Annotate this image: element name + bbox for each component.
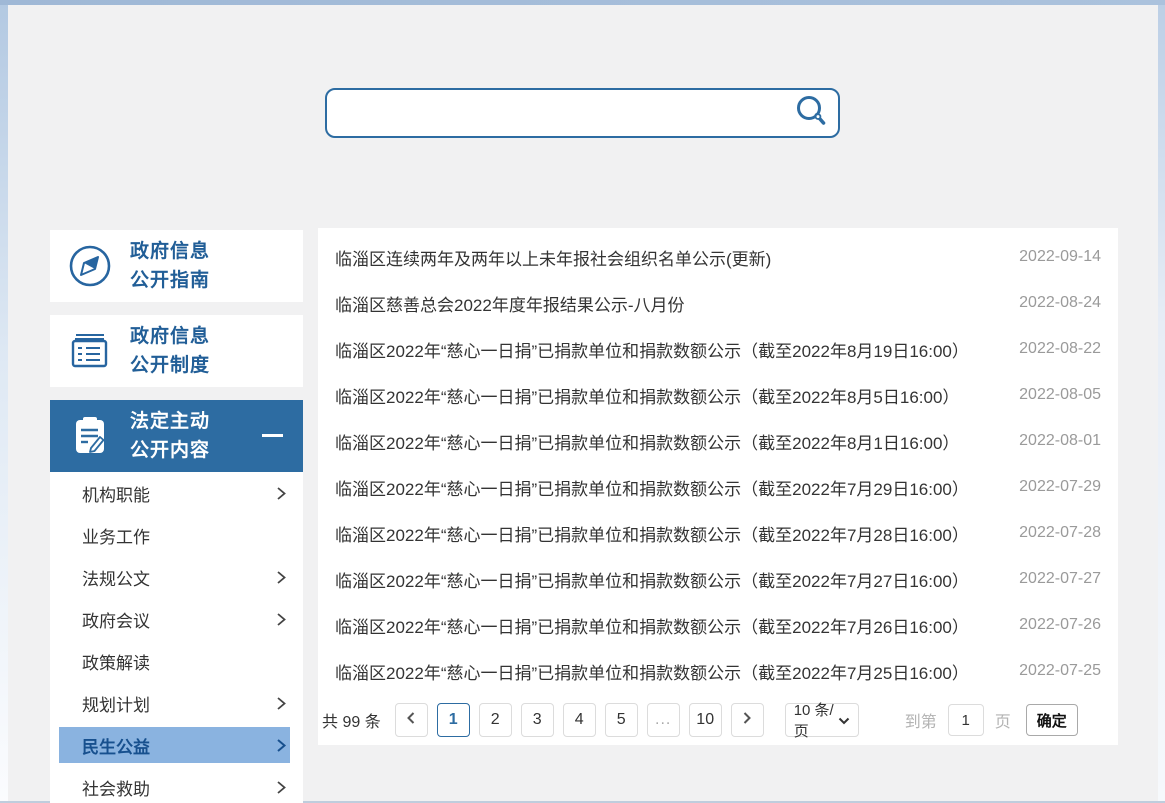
page-button-5[interactable]: 5	[605, 703, 638, 737]
list-item[interactable]: 临淄区2022年“慈心一日捐”已捐款单位和捐款数额公示（截至2022年7月25日…	[318, 648, 1118, 694]
announcement-title[interactable]: 临淄区2022年“慈心一日捐”已捐款单位和捐款数额公示（截至2022年7月27日…	[335, 567, 1005, 592]
announcement-title[interactable]: 临淄区2022年“慈心一日捐”已捐款单位和捐款数额公示（截至2022年7月25日…	[335, 659, 1005, 684]
announcement-date: 2022-07-27	[1019, 570, 1101, 588]
page-size-select[interactable]: 10 条/页	[785, 703, 859, 737]
announcement-title[interactable]: 临淄区2022年“慈心一日捐”已捐款单位和捐款数额公示（截至2022年8月1日1…	[335, 429, 1005, 454]
announcement-title[interactable]: 临淄区2022年“慈心一日捐”已捐款单位和捐款数额公示（截至2022年7月28日…	[335, 521, 1005, 546]
list-item[interactable]: 临淄区慈善总会2022年度年报结果公示-八月份 2022-08-24	[318, 280, 1118, 326]
goto-page-input[interactable]	[948, 704, 984, 736]
next-page-button[interactable]	[731, 703, 764, 737]
compass-icon	[67, 243, 113, 289]
page-button-4[interactable]: 4	[563, 703, 596, 737]
sidebar-item-gov-info-guide[interactable]: 政府信息 公开指南	[50, 230, 303, 302]
search-input[interactable]	[327, 90, 794, 136]
sidebar-submenu: 机构职能 业务工作 法规公文 政府会议 政策解读 规划计划	[50, 472, 303, 803]
chevron-left-icon	[405, 711, 417, 730]
submenu-item-organization[interactable]: 机构职能	[50, 472, 303, 514]
search-icon	[794, 94, 830, 133]
submenu-item-business-work[interactable]: 业务工作	[50, 514, 303, 556]
window-frame-right	[1158, 5, 1165, 803]
list-item[interactable]: 临淄区连续两年及两年以上未年报社会组织名单公示(更新) 2022-09-14	[318, 234, 1118, 280]
goto-label: 到第	[905, 708, 937, 732]
search-box	[325, 88, 840, 138]
chevron-right-icon	[276, 696, 287, 711]
sidebar-item-statutory-disclosure[interactable]: 法定主动 公开内容	[50, 400, 303, 472]
chevron-right-icon	[741, 711, 753, 730]
chevron-right-icon	[276, 486, 287, 501]
submenu-item-social-assistance[interactable]: 社会救助	[50, 766, 303, 803]
list-item[interactable]: 临淄区2022年“慈心一日捐”已捐款单位和捐款数额公示（截至2022年7月27日…	[318, 556, 1118, 602]
list-item[interactable]: 临淄区2022年“慈心一日捐”已捐款单位和捐款数额公示（截至2022年8月19日…	[318, 326, 1118, 372]
announcement-date: 2022-08-05	[1019, 386, 1101, 404]
submenu-item-public-welfare[interactable]: 民生公益	[50, 724, 303, 766]
announcement-date: 2022-08-24	[1019, 294, 1101, 312]
clipboard-pencil-icon	[67, 413, 113, 459]
window-frame-left	[0, 5, 8, 803]
chevron-right-icon	[276, 612, 287, 627]
list-item[interactable]: 临淄区2022年“慈心一日捐”已捐款单位和捐款数额公示（截至2022年7月29日…	[318, 464, 1118, 510]
list-item[interactable]: 临淄区2022年“慈心一日捐”已捐款单位和捐款数额公示（截至2022年8月5日1…	[318, 372, 1118, 418]
sidebar-item-gov-info-system[interactable]: 政府信息 公开制度	[50, 315, 303, 387]
announcement-date: 2022-07-28	[1019, 524, 1101, 542]
submenu-item-policy-interpretation[interactable]: 政策解读	[50, 640, 303, 682]
goto-unit-label: 页	[995, 708, 1011, 732]
sidebar-item-label: 政府信息 公开指南	[130, 237, 210, 295]
announcement-title[interactable]: 临淄区2022年“慈心一日捐”已捐款单位和捐款数额公示（截至2022年8月5日1…	[335, 383, 1005, 408]
confirm-button[interactable]: 确定	[1026, 704, 1078, 736]
announcement-date: 2022-07-25	[1019, 662, 1101, 680]
announcement-rows: 临淄区连续两年及两年以上未年报社会组织名单公示(更新) 2022-09-14 临…	[318, 228, 1118, 694]
page-button-3[interactable]: 3	[521, 703, 554, 737]
goto-page-group: 到第 页 确定	[905, 704, 1078, 736]
page-button-2[interactable]: 2	[479, 703, 512, 737]
page-button-1[interactable]: 1	[437, 703, 470, 737]
announcement-date: 2022-07-26	[1019, 616, 1101, 634]
chevron-right-icon	[276, 780, 287, 795]
list-item[interactable]: 临淄区2022年“慈心一日捐”已捐款单位和捐款数额公示（截至2022年8月1日1…	[318, 418, 1118, 464]
announcement-title[interactable]: 临淄区连续两年及两年以上未年报社会组织名单公示(更新)	[335, 245, 1005, 270]
announcement-title[interactable]: 临淄区2022年“慈心一日捐”已捐款单位和捐款数额公示（截至2022年8月19日…	[335, 337, 1005, 362]
total-count-label: 共 99 条	[322, 708, 381, 732]
list-item[interactable]: 临淄区2022年“慈心一日捐”已捐款单位和捐款数额公示（截至2022年7月26日…	[318, 602, 1118, 648]
page-ellipsis-button[interactable]: ...	[647, 703, 680, 737]
collapse-minus-icon[interactable]	[262, 434, 283, 437]
submenu-item-planning[interactable]: 规划计划	[50, 682, 303, 724]
prev-page-button[interactable]	[395, 703, 428, 737]
announcement-title[interactable]: 临淄区慈善总会2022年度年报结果公示-八月份	[335, 291, 1005, 316]
page: 政府信息 公开指南 政府信息 公开制度	[0, 0, 1165, 803]
document-icon	[67, 328, 113, 374]
list-item[interactable]: 临淄区2022年“慈心一日捐”已捐款单位和捐款数额公示（截至2022年7月28日…	[318, 510, 1118, 556]
sidebar-item-label: 法定主动 公开内容	[130, 407, 210, 465]
page-size-value: 10 条/页	[794, 699, 838, 741]
pagination: 共 99 条 1 2 3 4 5 ... 10 10 条/页	[322, 703, 1110, 737]
sidebar-item-label: 政府信息 公开制度	[130, 322, 210, 380]
page-button-10[interactable]: 10	[689, 703, 722, 737]
submenu-item-regulations[interactable]: 法规公文	[50, 556, 303, 598]
announcement-list-panel: 临淄区连续两年及两年以上未年报社会组织名单公示(更新) 2022-09-14 临…	[318, 228, 1118, 745]
announcement-title[interactable]: 临淄区2022年“慈心一日捐”已捐款单位和捐款数额公示（截至2022年7月26日…	[335, 613, 1005, 638]
search-button[interactable]	[794, 94, 838, 133]
announcement-date: 2022-07-29	[1019, 478, 1101, 496]
announcement-date: 2022-09-14	[1019, 248, 1101, 266]
announcement-date: 2022-08-22	[1019, 340, 1101, 358]
chevron-right-icon	[276, 738, 287, 753]
announcement-date: 2022-08-01	[1019, 432, 1101, 450]
submenu-item-gov-meetings[interactable]: 政府会议	[50, 598, 303, 640]
announcement-title[interactable]: 临淄区2022年“慈心一日捐”已捐款单位和捐款数额公示（截至2022年7月29日…	[335, 475, 1005, 500]
chevron-right-icon	[276, 570, 287, 585]
chevron-down-icon	[838, 712, 850, 729]
window-frame-top	[0, 0, 1165, 5]
